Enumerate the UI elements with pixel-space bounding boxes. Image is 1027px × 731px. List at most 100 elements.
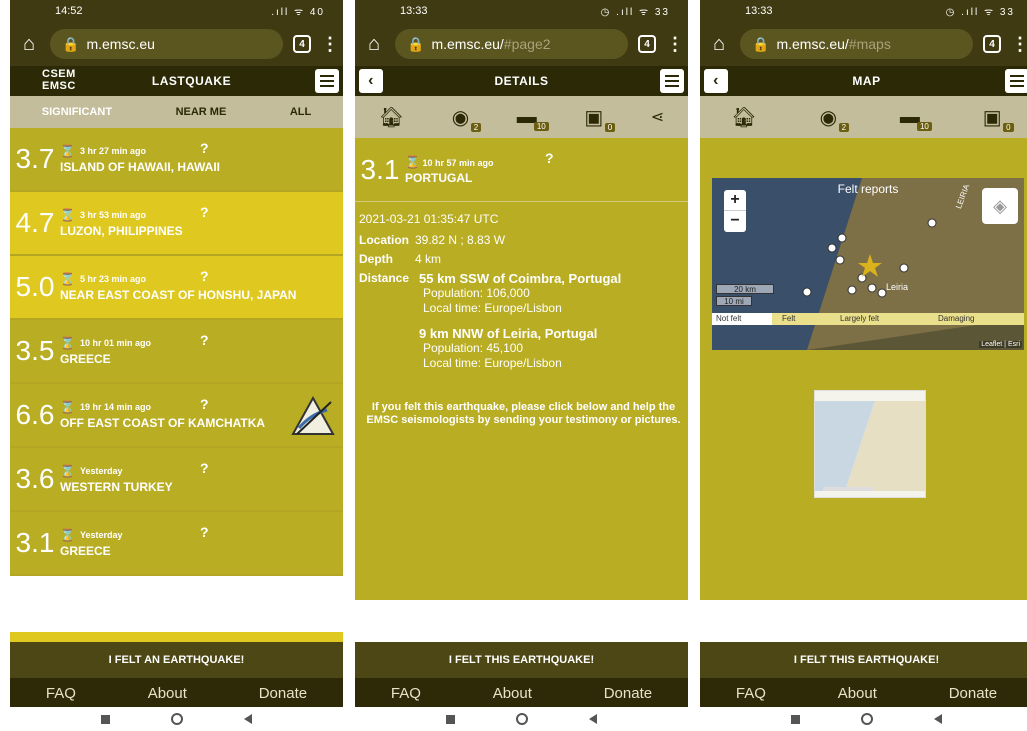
home-icon[interactable]: ⌂: [708, 33, 730, 56]
donate-link[interactable]: Donate: [949, 685, 997, 702]
details-content: 3.1 ⌛ 10 hr 57 min ago PORTUGAL ? 2021-0…: [355, 138, 688, 600]
zoom-out-button[interactable]: −: [724, 210, 746, 231]
donate-link[interactable]: Donate: [259, 685, 307, 702]
legend-felt: Felt: [782, 314, 796, 323]
home-button[interactable]: [860, 713, 873, 725]
map-attribution[interactable]: Leaflet | Esri: [979, 341, 1022, 348]
back-arrow-icon[interactable]: ‹: [704, 69, 728, 93]
pictures-badge: 0: [1003, 122, 1014, 132]
share-icon[interactable]: ⋖: [651, 107, 664, 127]
magnitude: 3.1: [15, 527, 55, 558]
place-label: Leiria: [886, 282, 909, 292]
back-arrow-icon[interactable]: ‹: [359, 69, 383, 93]
felt-this-earthquake-button[interactable]: I FELT THIS EARTHQUAKE!: [355, 642, 688, 678]
address-field[interactable]: 🔒 m.emsc.eu/#maps: [740, 29, 973, 59]
tab-near-me[interactable]: NEAR ME: [176, 106, 227, 118]
comments-icon[interactable]: ▬ 10: [900, 106, 932, 131]
tabs-count-button[interactable]: 4: [293, 35, 311, 53]
pictures-icon[interactable]: ▣ 0: [584, 105, 616, 132]
felt-earthquake-button[interactable]: I FELT AN EARTHQUAKE!: [10, 642, 343, 678]
status-bar: 14:52 .ıll ᯤ 40: [10, 0, 343, 22]
map-toolbar: 🏠︎ ◉ 2 ▬ 10 ▣ 0: [700, 96, 1027, 138]
tsunami-warning-icon: [291, 395, 335, 435]
layers-icon[interactable]: ◈: [982, 188, 1018, 224]
tabs-count-button[interactable]: 4: [983, 35, 1001, 53]
home-tab-icon[interactable]: 🏠︎: [379, 105, 404, 130]
quake-row[interactable]: 3.7 ⌛ 3 hr 27 min ago ISLAND OF HAWAII, HAW…: [10, 128, 343, 192]
url-hash: #maps: [848, 36, 891, 52]
status-icons: .ıll ᯤ 40: [271, 7, 325, 18]
hamburger-menu-icon[interactable]: [1005, 69, 1027, 93]
tab-all[interactable]: ALL: [290, 106, 311, 118]
pictures-badge: 0: [604, 122, 616, 132]
help-text: If you felt this earthquake, please clic…: [366, 401, 681, 426]
felt-reports-map[interactable]: Felt reports LEIRIA + − ◈ 20 km 10 mi Le…: [712, 178, 1024, 350]
back-button[interactable]: [589, 714, 598, 724]
region: GREECE: [60, 352, 111, 366]
legend-damaging: Damaging: [938, 314, 975, 323]
about-link[interactable]: About: [838, 685, 877, 702]
zoom-in-button[interactable]: +: [724, 190, 746, 210]
globe-icon[interactable]: ◉ 2: [820, 105, 850, 132]
quake-row[interactable]: 3.6 ⌛ Yesterday WESTERN TURKEY?: [10, 448, 343, 512]
url-host: m.emsc.eu/: [431, 36, 504, 52]
status-time: 13:33: [400, 5, 428, 17]
faq-link[interactable]: FAQ: [46, 685, 76, 702]
more-menu-icon[interactable]: ⋮: [321, 34, 339, 55]
region: LUZON, PHILIPPINES: [60, 224, 183, 238]
phone-details: 13:33 ◷ .ıll ᯤ 33 ⌂ 🔒 m.emsc.eu/#page2 4…: [355, 0, 688, 731]
comments-icon[interactable]: ▬ 10: [517, 106, 549, 131]
home-tab-icon[interactable]: 🏠︎: [731, 105, 756, 130]
pictures-icon[interactable]: ▣ 0: [983, 105, 1014, 132]
quake-row[interactable]: 3.5 ⌛ 10 hr 01 min ago GREECE?: [10, 320, 343, 384]
felt-question-icon: ?: [200, 268, 209, 284]
globe-icon[interactable]: ◉ 2: [452, 105, 482, 132]
quake-summary: 3.1 ⌛ 10 hr 57 min ago PORTUGAL ?: [355, 138, 688, 202]
back-button[interactable]: [934, 714, 943, 724]
faq-link[interactable]: FAQ: [391, 685, 421, 702]
scale-km: 20 km: [716, 284, 774, 294]
more-menu-icon[interactable]: ⋮: [1011, 34, 1027, 55]
android-nav-bar: [700, 707, 1027, 731]
about-link[interactable]: About: [148, 685, 187, 702]
tab-significant[interactable]: SIGNIFICANT: [42, 106, 112, 118]
android-nav-bar: [355, 707, 688, 731]
hamburger-menu-icon[interactable]: [660, 69, 684, 93]
faq-link[interactable]: FAQ: [736, 685, 766, 702]
home-icon[interactable]: ⌂: [363, 33, 385, 56]
distance-list: 55 km SSW of Coimbra, Portugal Populatio…: [419, 271, 621, 371]
recents-button[interactable]: [790, 714, 800, 724]
region: WESTERN TURKEY: [60, 480, 173, 494]
quake-row[interactable]: 4.7 ⌛ 3 hr 53 min ago LUZON, PHILIPPINES?: [10, 192, 343, 256]
recents-button[interactable]: [445, 714, 455, 724]
region: ISLAND OF HAWAII, HAWAII: [60, 160, 221, 174]
home-button[interactable]: [515, 713, 528, 725]
recents-button[interactable]: [100, 714, 110, 724]
home-icon[interactable]: ⌂: [18, 33, 40, 56]
map-legend: Not felt Felt Largely felt Damaging: [712, 314, 1024, 323]
more-menu-icon[interactable]: ⋮: [666, 34, 684, 55]
quake-row[interactable]: 6.6 ⌛ 19 hr 14 min ago OFF EAST COAST OF KA…: [10, 384, 343, 448]
quake-row[interactable]: 5.0 ⌛ 5 hr 23 min ago NEAR EAST COAST OF HO…: [10, 256, 343, 320]
quake-list: 3.7 ⌛ 3 hr 27 min ago ISLAND OF HAWAII, HAW…: [10, 128, 343, 576]
address-field[interactable]: 🔒 m.emsc.eu: [50, 29, 283, 59]
felt-this-earthquake-button[interactable]: I FELT THIS EARTHQUAKE!: [700, 642, 1027, 678]
footer-links: FAQ About Donate: [700, 678, 1027, 708]
donate-link[interactable]: Donate: [604, 685, 652, 702]
home-button[interactable]: [170, 713, 183, 725]
app-header: ‹ MAP: [700, 66, 1027, 96]
region: NEAR EAST COAST OF HONSHU, JAPAN: [60, 288, 297, 302]
magnitude: 3.6: [15, 463, 55, 494]
hamburger-menu-icon[interactable]: [315, 69, 339, 93]
about-link[interactable]: About: [493, 685, 532, 702]
back-button[interactable]: [244, 714, 253, 724]
felt-question-icon: ?: [545, 150, 554, 166]
quake-row[interactable]: 3.1 ⌛ Yesterday GREECE?: [10, 512, 343, 576]
intensity-map-thumbnail[interactable]: [814, 390, 926, 498]
browser-url-bar: ⌂ 🔒 m.emsc.eu 4 ⋮: [10, 22, 343, 66]
legend-not-felt: Not felt: [716, 314, 742, 323]
tabs-count-button[interactable]: 4: [638, 35, 656, 53]
thumbnail-map-image: [815, 391, 925, 497]
list-more-strip: [10, 632, 343, 642]
address-field[interactable]: 🔒 m.emsc.eu/#page2: [395, 29, 628, 59]
